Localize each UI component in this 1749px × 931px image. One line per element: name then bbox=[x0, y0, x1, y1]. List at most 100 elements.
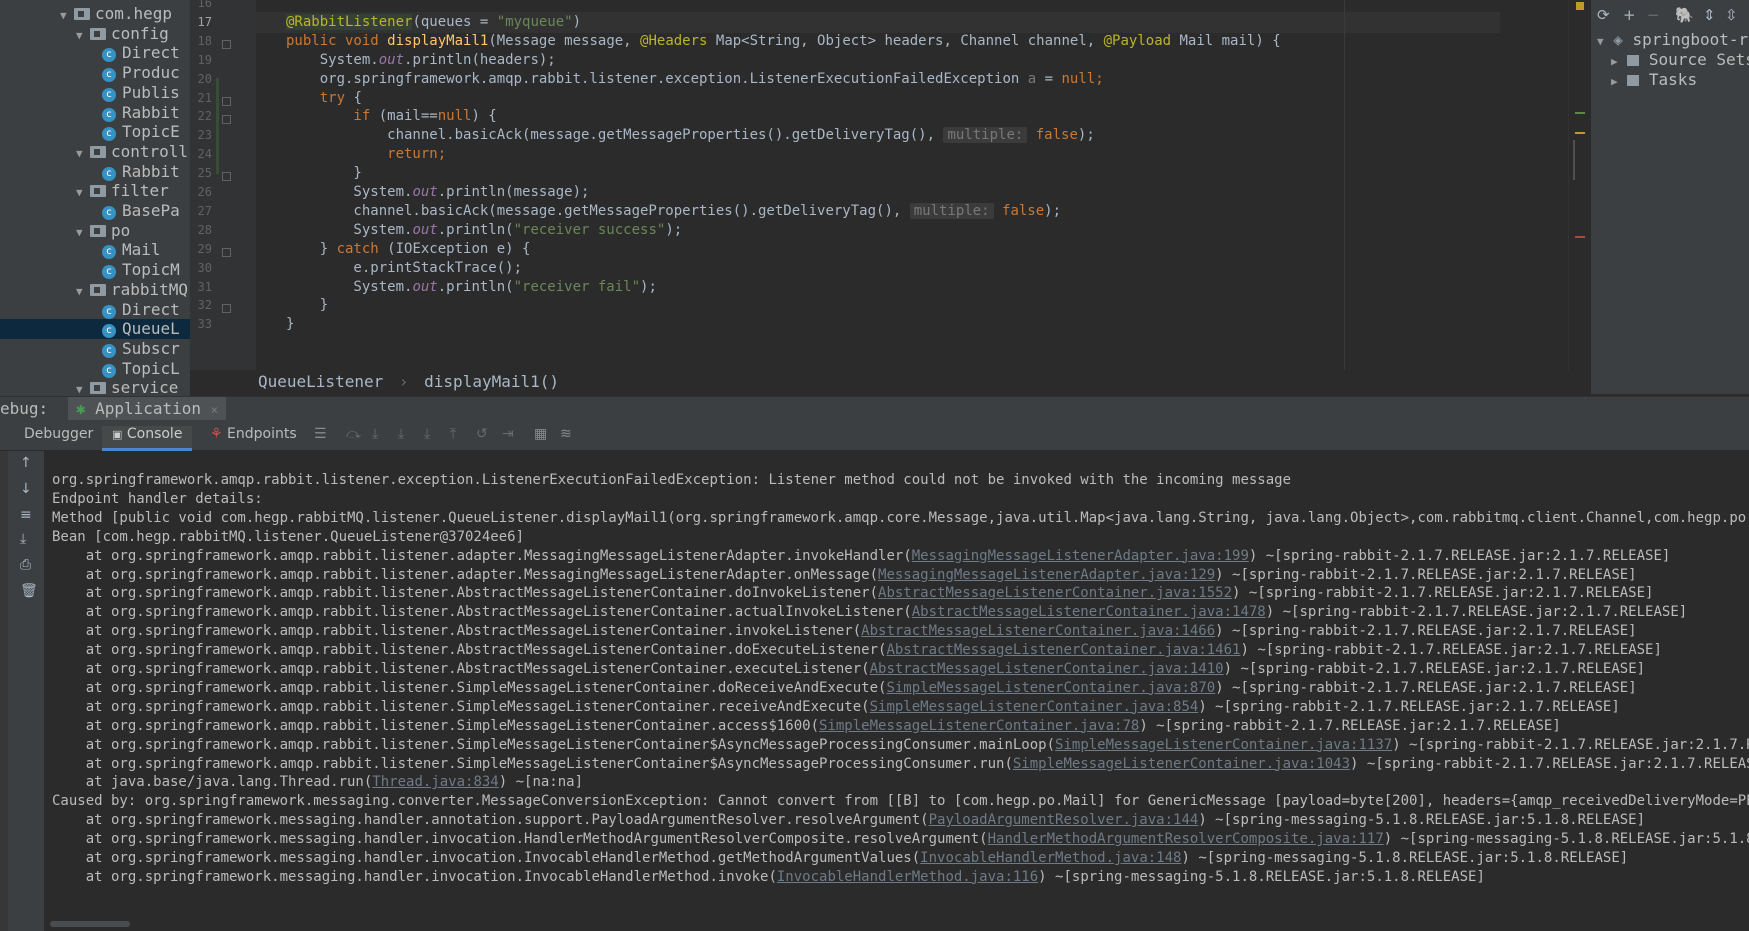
tab-debugger[interactable]: Debugger bbox=[24, 426, 93, 442]
scroll-to-end-icon[interactable]: ⤓ bbox=[20, 531, 26, 547]
breadcrumb-class[interactable]: QueueListener bbox=[258, 372, 383, 391]
fold-marker-icon[interactable] bbox=[222, 247, 231, 257]
expand-all-icon[interactable]: ⇕ bbox=[1703, 6, 1716, 24]
stacktrace-link[interactable]: InvocableHandlerMethod.java:116 bbox=[777, 869, 1038, 885]
tree-class[interactable]: c Direct bbox=[0, 43, 190, 63]
tree-class[interactable]: c TopicM bbox=[0, 260, 190, 280]
code-line[interactable]: } bbox=[286, 295, 328, 316]
stacktrace-link[interactable]: MessagingMessageListenerAdapter.java:199 bbox=[912, 548, 1249, 564]
tree-package[interactable]: ▼ filter bbox=[0, 181, 190, 201]
gradle-source-sets[interactable]: ▶ Source Sets bbox=[1611, 50, 1749, 69]
print-icon[interactable]: ⎙ bbox=[20, 557, 31, 573]
stacktrace-link[interactable]: AbstractMessageListenerContainer.java:15… bbox=[878, 585, 1232, 601]
stacktrace-link[interactable]: AbstractMessageListenerContainer.java:14… bbox=[870, 661, 1224, 677]
tab-console[interactable]: ▣ Console bbox=[102, 426, 193, 451]
gradle-tasks[interactable]: ▶ Tasks bbox=[1611, 70, 1697, 89]
fold-marker-icon[interactable] bbox=[222, 304, 231, 314]
tree-class[interactable]: c QueueL bbox=[0, 319, 190, 340]
force-step-into-icon[interactable]: ⤓ bbox=[424, 426, 430, 442]
code-line[interactable]: System.out.println("receiver success"); bbox=[286, 220, 682, 241]
stacktrace-link[interactable]: HandlerMethodArgumentResolverComposite.j… bbox=[988, 831, 1384, 847]
gradle-root[interactable]: ▼ ◈ springboot-r bbox=[1597, 30, 1748, 49]
console-output[interactable]: org.springframework.amqp.rabbit.listener… bbox=[44, 451, 1749, 931]
code-line[interactable]: channel.basicAck(message.getMessagePrope… bbox=[286, 125, 1095, 146]
tree-package[interactable]: ▼ service bbox=[0, 378, 190, 396]
tree-package[interactable]: ▼ controll bbox=[0, 142, 190, 162]
code-line[interactable]: } catch (IOException e) { bbox=[286, 239, 531, 260]
code-line[interactable]: } bbox=[286, 163, 361, 184]
code-line[interactable]: e.printStackTrace(); bbox=[286, 258, 522, 279]
tree-class[interactable]: c Rabbit bbox=[0, 162, 190, 182]
code-line[interactable]: @RabbitListener(queues = "myqueue") bbox=[286, 12, 581, 33]
fold-marker-icon[interactable] bbox=[222, 115, 231, 125]
trash-icon[interactable]: 🗑 bbox=[20, 583, 38, 599]
code-line[interactable]: org.springframework.amqp.rabbit.listener… bbox=[286, 69, 1104, 90]
fold-marker-icon[interactable] bbox=[222, 39, 231, 49]
tree-class[interactable]: c TopicL bbox=[0, 359, 190, 379]
menu-icon[interactable]: ☰ bbox=[314, 426, 327, 442]
tree-class[interactable]: c BasePa bbox=[0, 201, 190, 221]
breadcrumb-method[interactable]: displayMail1() bbox=[424, 372, 559, 391]
tree-class[interactable]: c Subscr bbox=[0, 339, 190, 359]
debug-config-tab[interactable]: ✱ Application × bbox=[67, 397, 226, 421]
tree-package[interactable]: ▼ rabbitMQ bbox=[0, 280, 190, 300]
code-line[interactable]: channel.basicAck(message.getMessagePrope… bbox=[286, 201, 1061, 222]
collapse-all-icon[interactable]: ⇳ bbox=[1725, 6, 1738, 24]
stacktrace-link[interactable]: MessagingMessageListenerAdapter.java:129 bbox=[878, 567, 1215, 583]
console-horizontal-scrollbar[interactable] bbox=[50, 921, 130, 927]
tree-class[interactable]: c Mail bbox=[0, 240, 190, 260]
stacktrace-link[interactable]: AbstractMessageListenerContainer.java:14… bbox=[912, 604, 1266, 620]
run-to-cursor-icon[interactable]: ⇥ bbox=[502, 426, 514, 442]
close-icon[interactable]: × bbox=[211, 403, 218, 417]
code-line[interactable]: return; bbox=[286, 144, 446, 165]
class-icon: c bbox=[102, 245, 116, 260]
code-editor[interactable]: @RabbitListener(queues = "myqueue") publi… bbox=[256, 0, 1500, 370]
step-out-icon[interactable]: ⤒ bbox=[450, 426, 456, 442]
stacktrace-link[interactable]: AbstractMessageListenerContainer.java:14… bbox=[886, 642, 1240, 658]
tree-class[interactable]: c Produc bbox=[0, 63, 190, 83]
tree-package[interactable]: ▼ com.hegp bbox=[0, 4, 190, 24]
drop-frame-icon[interactable]: ↺ bbox=[476, 426, 488, 442]
tab-endpoints[interactable]: ⚘ Endpoints bbox=[210, 426, 297, 442]
down-arrow-icon[interactable]: ↓ bbox=[20, 481, 32, 497]
code-line[interactable]: if (mail==null) { bbox=[286, 106, 496, 127]
tree-package[interactable]: ▼ po bbox=[0, 221, 190, 241]
step-into-icon[interactable]: ⤓ bbox=[398, 426, 404, 442]
code-line[interactable]: try { bbox=[286, 88, 362, 109]
soft-wrap-icon[interactable]: ≡ bbox=[20, 507, 32, 523]
tree-class[interactable]: c Direct bbox=[0, 300, 190, 320]
refresh-icon[interactable]: ⟳ bbox=[1597, 6, 1610, 24]
code-line[interactable]: System.out.println("receiver fail"); bbox=[286, 277, 656, 298]
expand-arrow-icon[interactable]: ▼ bbox=[76, 380, 90, 396]
editor-right-scrollbar[interactable] bbox=[1568, 0, 1591, 370]
code-line[interactable]: System.out.println(message); bbox=[286, 182, 589, 203]
remove-icon[interactable]: − bbox=[1647, 6, 1660, 24]
tree-class[interactable]: c Rabbit bbox=[0, 103, 190, 123]
stacktrace-link[interactable]: SimpleMessageListenerContainer.java:1043 bbox=[1013, 756, 1350, 772]
tree-package[interactable]: ▼ config bbox=[0, 24, 190, 44]
tree-class[interactable]: c Publis bbox=[0, 83, 190, 103]
stacktrace-link[interactable]: SimpleMessageListenerContainer.java:870 bbox=[886, 680, 1215, 696]
stacktrace-link[interactable]: SimpleMessageListenerContainer.java:78 bbox=[819, 718, 1139, 734]
stacktrace-link[interactable]: SimpleMessageListenerContainer.java:1137 bbox=[1055, 737, 1392, 753]
stacktrace-link[interactable]: Thread.java:834 bbox=[372, 774, 498, 790]
line-number: 31 bbox=[197, 279, 212, 294]
step-over-icon[interactable]: ⤓ bbox=[372, 426, 378, 442]
code-line[interactable]: System.out.println(headers); bbox=[286, 50, 556, 71]
show-execution-point-icon[interactable]: ⤼ bbox=[346, 426, 361, 442]
trace-icon[interactable]: ≋ bbox=[560, 426, 572, 442]
add-icon[interactable]: + bbox=[1623, 6, 1636, 24]
project-tree[interactable]: ▼ com.hegp ▼ config c Direct c Produc c Publis c Ra… bbox=[0, 0, 190, 396]
evaluate-icon[interactable]: ▦ bbox=[534, 426, 547, 442]
up-arrow-icon[interactable]: ↑ bbox=[20, 455, 32, 471]
code-line[interactable]: public void displayMail1(Message message… bbox=[286, 31, 1281, 52]
stacktrace-link[interactable]: SimpleMessageListenerContainer.java:854 bbox=[870, 699, 1199, 715]
code-line[interactable]: } bbox=[286, 314, 294, 335]
tree-class[interactable]: c TopicE bbox=[0, 122, 190, 142]
fold-marker-icon[interactable] bbox=[222, 96, 231, 106]
gradle-icon[interactable]: 🐘 bbox=[1675, 6, 1694, 24]
stacktrace-link[interactable]: PayloadArgumentResolver.java:144 bbox=[929, 812, 1199, 828]
fold-marker-icon[interactable] bbox=[222, 172, 231, 182]
stacktrace-link[interactable]: InvocableHandlerMethod.java:148 bbox=[920, 850, 1181, 866]
stacktrace-link[interactable]: AbstractMessageListenerContainer.java:14… bbox=[861, 623, 1215, 639]
